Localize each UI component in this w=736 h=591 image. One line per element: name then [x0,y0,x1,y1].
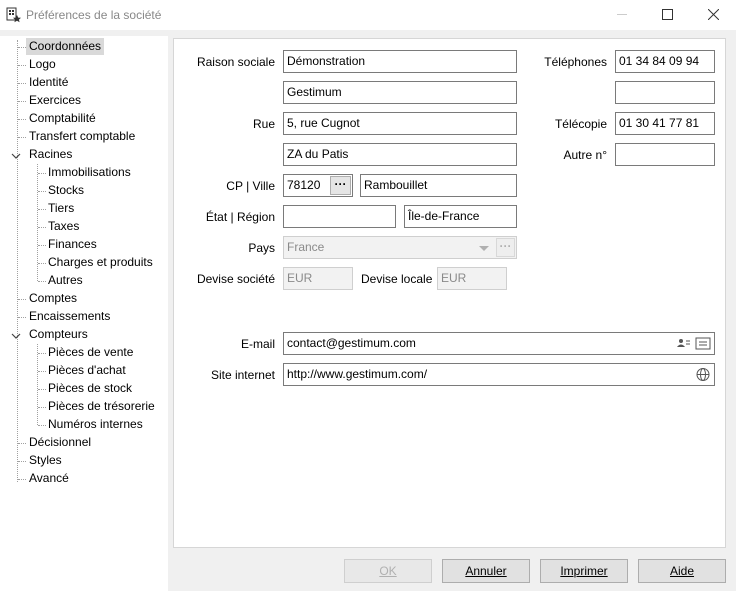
devise-societe-label: Devise société [196,272,275,286]
maximize-icon [662,9,673,20]
annuler-button[interactable]: Annuler [442,559,530,583]
tree-item-pieces-d-achat[interactable]: Pièces d'achat [45,362,129,379]
tree-item-logo[interactable]: Logo [26,56,59,73]
ok-button[interactable]: OK [344,559,432,583]
tree-item-pieces-de-vente[interactable]: Pièces de vente [45,344,136,361]
pays-lookup-button[interactable]: ··· [496,238,515,257]
site-internet-label: Site internet [210,368,275,382]
window-title: Préférences de la société [26,8,162,22]
tree-item-tiers[interactable]: Tiers [45,200,77,217]
tree-item-pieces-de-tresorerie[interactable]: Pièces de trésorerie [45,398,158,415]
devise-locale-field: EUR [437,267,507,290]
tree-connector [18,101,26,102]
tree-item-compteurs[interactable]: Compteurs [26,326,91,343]
close-icon [708,9,719,20]
tree-connector [18,83,26,84]
autre-numero-field[interactable] [615,143,715,166]
close-button[interactable] [691,0,736,30]
etat-field[interactable] [283,205,396,228]
tree-item-numeros-internes[interactable]: Numéros internes [45,416,146,433]
navigation-tree: Coordonnées Logo Identité Exercices Comp… [0,36,168,591]
tree-connector [18,119,26,120]
region-field[interactable]: Île-de-France [404,205,517,228]
app-icon [6,7,22,23]
send-email-icon[interactable] [694,335,712,352]
email-label: E-mail [240,337,275,351]
chevron-down-icon [478,243,490,257]
autre-numero-label: Autre n° [563,148,608,162]
cp-lookup-button[interactable]: ··· [330,176,351,195]
tree-item-transfert-comptable[interactable]: Transfert comptable [26,128,138,145]
tree-item-pieces-de-stock[interactable]: Pièces de stock [45,380,135,397]
raison-sociale-label: Raison sociale [196,55,275,69]
devise-societe-field: EUR [283,267,353,290]
telecopie-label: Télécopie [554,117,607,131]
email-field[interactable]: contact@gestimum.com [283,332,715,355]
chevron-down-icon[interactable] [11,150,21,160]
tree-item-encaissements[interactable]: Encaissements [26,308,113,325]
tree-item-immobilisations[interactable]: Immobilisations [45,164,134,181]
devise-locale-label: Devise locale [361,272,433,286]
tree-item-styles[interactable]: Styles [26,452,65,469]
tree-item-taxes[interactable]: Taxes [45,218,82,235]
raison-sociale-field-2[interactable]: Gestimum [283,81,517,104]
cp-ville-label: CP | Ville [226,179,275,193]
tree-item-comptabilite[interactable]: Comptabilité [26,110,99,127]
tree-item-comptes[interactable]: Comptes [26,290,80,307]
etat-region-label: État | Région [205,210,275,224]
pays-value: France [287,240,325,254]
ville-field[interactable]: Rambouillet [360,174,517,197]
tree-connector [18,299,26,300]
tree-item-coordonnees[interactable]: Coordonnées [26,38,105,55]
tree-item-stocks[interactable]: Stocks [45,182,87,199]
telephone-field-1[interactable]: 01 34 84 09 94 [615,50,715,73]
tree-connector [18,47,26,48]
tree-connector [18,317,26,318]
tree-item-exercices[interactable]: Exercices [26,92,84,109]
title-bar: Préférences de la société [0,0,736,30]
tree-connector [18,65,26,66]
minimize-button[interactable] [600,0,645,30]
tree-item-finances[interactable]: Finances [45,236,100,253]
tree-connector [18,479,26,480]
site-internet-field[interactable]: http://www.gestimum.com/ [283,363,715,386]
tree-connector [37,344,38,425]
tree-item-autres[interactable]: Autres [45,272,86,289]
imprimer-button[interactable]: Imprimer [540,559,628,583]
chevron-down-icon[interactable] [11,330,21,340]
maximize-button[interactable] [645,0,690,30]
contact-card-icon[interactable] [674,335,692,352]
telephone-field-2[interactable] [615,81,715,104]
tree-item-charges-et-produits[interactable]: Charges et produits [45,254,156,271]
rue-label: Rue [252,117,275,131]
tree-item-avance[interactable]: Avancé [26,470,72,487]
minimize-icon [617,14,627,15]
pays-label: Pays [248,241,275,255]
telecopie-field[interactable]: 01 30 41 77 81 [615,112,715,135]
rue-field-1[interactable]: 5, rue Cugnot [283,112,517,135]
tree-item-identite[interactable]: Identité [26,74,71,91]
tree-connector [18,137,26,138]
aide-button[interactable]: Aide [638,559,726,583]
tree-connector [17,40,18,482]
tree-connector [18,443,26,444]
tree-connector [18,461,26,462]
tree-item-racines[interactable]: Racines [26,146,75,163]
raison-sociale-field-1[interactable]: Démonstration [283,50,517,73]
telephones-label: Téléphones [544,55,607,69]
rue-field-2[interactable]: ZA du Patis [283,143,517,166]
globe-icon[interactable] [694,366,712,383]
tree-item-decisionnel[interactable]: Décisionnel [26,434,94,451]
